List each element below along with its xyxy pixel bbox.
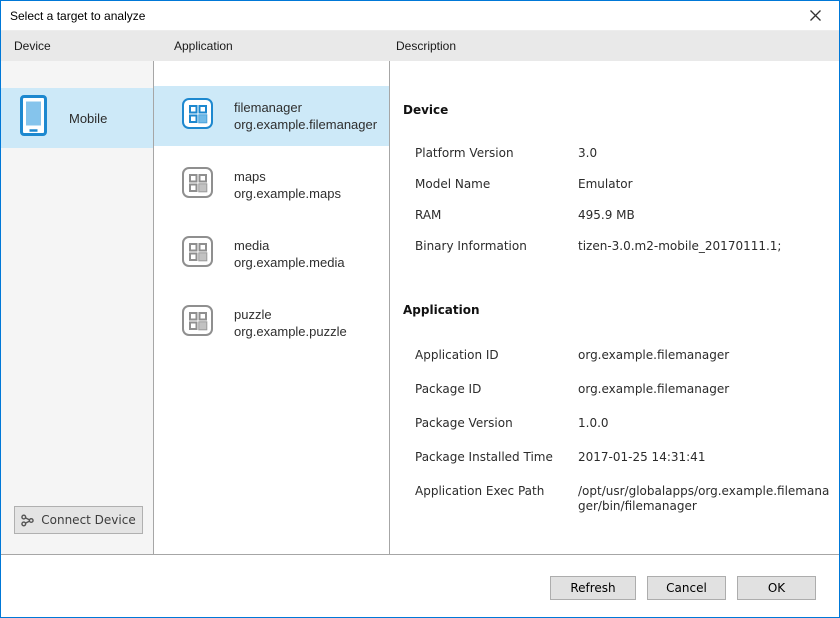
description-row-model-name: Model Name Emulator — [403, 177, 839, 192]
field-value: tizen-3.0.m2-mobile_20170111.1; — [578, 239, 830, 254]
field-value: /opt/usr/globalapps/org.example.filemana… — [578, 484, 830, 514]
field-label: Platform Version — [415, 146, 578, 161]
field-label: Application Exec Path — [415, 484, 578, 514]
description-row-platform-version: Platform Version 3.0 — [403, 146, 839, 161]
field-label: RAM — [415, 208, 578, 223]
description-row-package-installed-time: Package Installed Time 2017-01-25 14:31:… — [403, 450, 839, 465]
footer: Refresh Cancel OK — [1, 556, 839, 617]
column-header-application: Application — [174, 39, 233, 53]
refresh-button[interactable]: Refresh — [550, 576, 636, 600]
device-name: Mobile — [69, 111, 107, 126]
column-header-device: Device — [14, 39, 51, 53]
field-label: Application ID — [415, 348, 578, 363]
app-name: filemanager — [234, 99, 377, 116]
field-value: org.example.filemanager — [578, 348, 830, 363]
description-row-binary-information: Binary Information tizen-3.0.m2-mobile_2… — [403, 239, 839, 254]
app-grid-icon — [182, 305, 213, 341]
connect-device-button[interactable]: Connect Device — [14, 506, 143, 534]
app-package-id: org.example.puzzle — [234, 323, 347, 340]
app-item-puzzle[interactable]: puzzle org.example.puzzle — [154, 293, 389, 353]
app-item-maps[interactable]: maps org.example.maps — [154, 155, 389, 215]
field-value: org.example.filemanager — [578, 382, 830, 397]
dialog-title: Select a target to analyze — [10, 9, 145, 23]
column-header-description: Description — [396, 39, 456, 53]
connect-device-label: Connect Device — [41, 513, 135, 527]
description-row-ram: RAM 495.9 MB — [403, 208, 839, 223]
device-section-heading: Device — [403, 103, 839, 118]
field-label: Package Installed Time — [415, 450, 578, 465]
description-row-package-version: Package Version 1.0.0 — [403, 416, 839, 431]
description-row-application-id: Application ID org.example.filemanager — [403, 348, 839, 363]
application-list-panel: filemanager org.example.filemanager maps — [154, 61, 390, 554]
app-name: maps — [234, 168, 341, 185]
app-grid-icon — [182, 167, 213, 203]
app-grid-icon — [182, 236, 213, 272]
field-label: Package ID — [415, 382, 578, 397]
select-target-dialog: Select a target to analyze Device Applic… — [0, 0, 840, 618]
app-package-id: org.example.maps — [234, 185, 341, 202]
app-item-media[interactable]: media org.example.media — [154, 224, 389, 284]
app-grid-icon — [182, 98, 213, 134]
app-package-id: org.example.filemanager — [234, 116, 377, 133]
cancel-button[interactable]: Cancel — [647, 576, 726, 600]
share-icon — [21, 514, 34, 527]
field-value: 495.9 MB — [578, 208, 830, 223]
description-row-package-id: Package ID org.example.filemanager — [403, 382, 839, 397]
app-package-id: org.example.media — [234, 254, 345, 271]
field-label: Binary Information — [415, 239, 578, 254]
app-name: media — [234, 237, 345, 254]
application-section-rows: Application ID org.example.filemanager P… — [403, 348, 839, 514]
description-row-application-exec-path: Application Exec Path /opt/usr/globalapp… — [403, 484, 839, 514]
ok-button[interactable]: OK — [737, 576, 816, 600]
content-area: Mobile Connect Device — [1, 61, 839, 555]
field-value: Emulator — [578, 177, 830, 192]
field-value: 2017-01-25 14:31:41 — [578, 450, 830, 465]
smartphone-icon — [20, 95, 47, 141]
close-icon[interactable] — [799, 1, 831, 30]
app-item-filemanager[interactable]: filemanager org.example.filemanager — [154, 86, 389, 146]
column-header-row: Device Application Description — [1, 30, 839, 61]
title-bar: Select a target to analyze — [1, 1, 839, 30]
field-label: Model Name — [415, 177, 578, 192]
field-value: 1.0.0 — [578, 416, 830, 431]
app-name: puzzle — [234, 306, 347, 323]
field-label: Package Version — [415, 416, 578, 431]
device-section-rows: Platform Version 3.0 Model Name Emulator… — [403, 146, 839, 254]
description-panel: Device Platform Version 3.0 Model Name E… — [390, 61, 839, 554]
device-list-panel: Mobile Connect Device — [1, 61, 154, 554]
field-value: 3.0 — [578, 146, 830, 161]
application-section-heading: Application — [403, 303, 839, 318]
device-item-mobile[interactable]: Mobile — [1, 88, 153, 148]
